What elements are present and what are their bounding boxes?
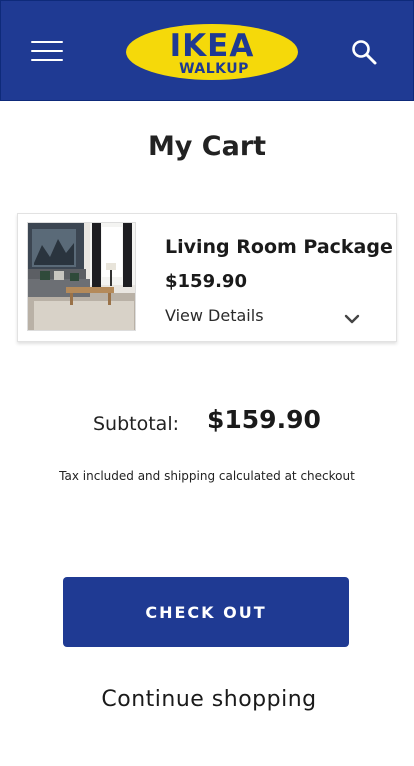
product-name[interactable]: Living Room Package (165, 236, 393, 258)
product-price: $159.90 (165, 271, 247, 292)
cart-item-card: Living Room Package $159.90 View Details (17, 213, 397, 342)
view-details-toggle[interactable]: View Details (165, 306, 264, 325)
ikea-walkup-logo[interactable]: IKEA WALKUP (125, 23, 299, 81)
page-title: My Cart (147, 131, 267, 162)
subtotal-value: $159.90 (207, 405, 321, 434)
hamburger-menu-icon[interactable] (31, 41, 63, 61)
app-header: IKEA WALKUP (0, 0, 414, 101)
chevron-down-icon[interactable] (343, 310, 361, 324)
tax-shipping-note: Tax included and shipping calculated at … (59, 469, 355, 483)
search-icon[interactable] (350, 38, 378, 66)
checkout-button[interactable]: CHECK OUT (63, 577, 349, 647)
product-thumbnail[interactable] (27, 222, 136, 331)
logo-sub-text: WALKUP (179, 61, 249, 77)
logo-main-text: IKEA (170, 28, 255, 64)
subtotal-label: Subtotal: (93, 413, 180, 435)
continue-shopping-link[interactable]: Continue shopping (0, 687, 414, 712)
